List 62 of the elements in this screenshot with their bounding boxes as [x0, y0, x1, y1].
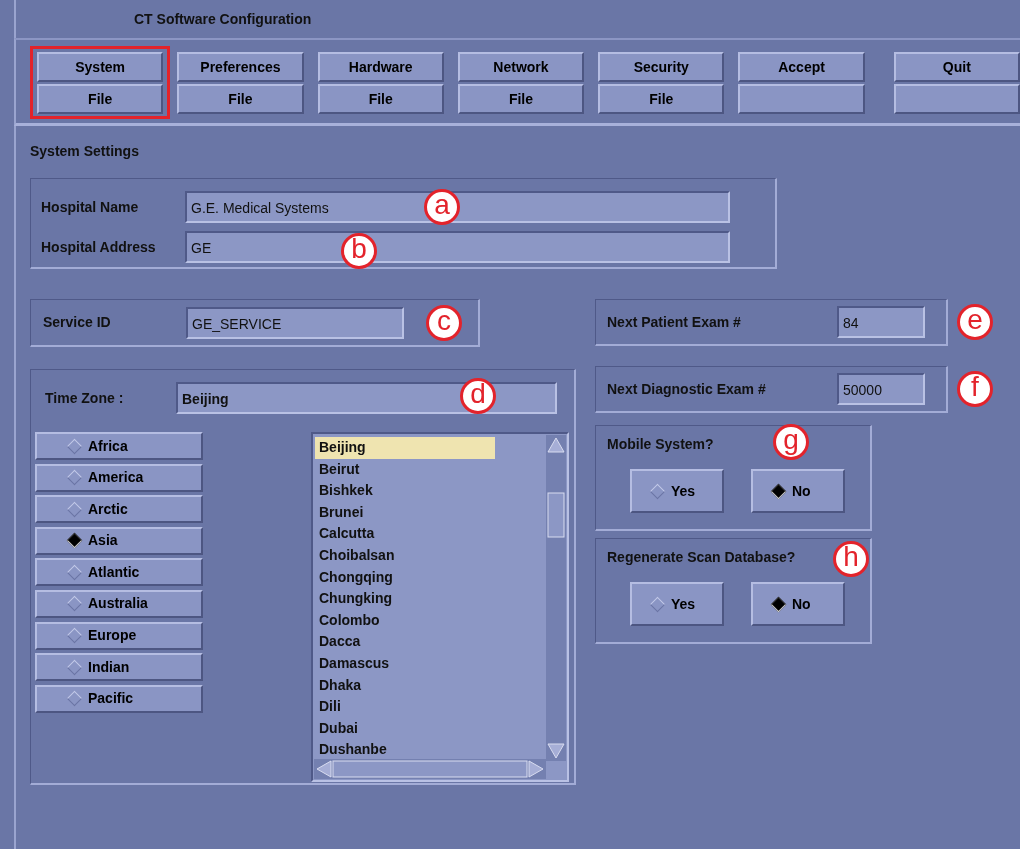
field-label: Next Patient Exam #: [607, 312, 742, 332]
field-label: Service ID: [43, 313, 112, 332]
toolbar-button[interactable]: Preferences: [177, 52, 304, 82]
callout-marker: g: [773, 424, 809, 460]
list-item[interactable]: Dubai: [315, 717, 495, 740]
region-radio-button[interactable]: Pacific: [35, 684, 203, 713]
list-item[interactable]: Bishkek: [315, 480, 495, 502]
toolbar-button[interactable]: Accept: [738, 52, 865, 82]
toolbar-button[interactable]: Hardware: [317, 52, 444, 82]
toolbar-button[interactable]: System: [37, 52, 164, 82]
toolbar-button[interactable]: Security: [598, 52, 725, 82]
toolbar-button[interactable]: File: [598, 84, 725, 114]
callout-marker: e: [957, 304, 993, 340]
field-label: Time Zone :: [44, 388, 125, 408]
toolbar-button[interactable]: Quit: [893, 52, 1020, 82]
toolbar-button[interactable]: Network: [457, 52, 585, 82]
field-label: Hospital Name: [41, 197, 140, 217]
callout-marker: h: [833, 541, 869, 577]
toolbar-button[interactable]: File: [457, 84, 585, 114]
region-radio-button[interactable]: Atlantic: [35, 558, 203, 587]
region-radio-button[interactable]: Indian: [35, 653, 203, 682]
region-radio-button[interactable]: Africa: [35, 432, 203, 460]
list-item[interactable]: Calcutta: [315, 523, 495, 545]
toolbar-button[interactable]: File: [177, 84, 304, 114]
callout-marker: c: [426, 305, 462, 341]
question-label: Regenerate Scan Database?: [607, 548, 796, 567]
toolbar-button[interactable]: File: [37, 84, 164, 114]
vertical-scrollbar[interactable]: [546, 435, 566, 761]
region-radio-button[interactable]: Arctic: [35, 495, 203, 524]
list-item[interactable]: Beijing: [315, 437, 495, 459]
region-radio-button[interactable]: Europe: [35, 621, 203, 650]
callout-marker: f: [957, 371, 993, 407]
option-radio-button[interactable]: No: [751, 582, 845, 626]
list-item[interactable]: Dushanbe: [315, 739, 495, 761]
section-title: System Settings: [30, 142, 140, 161]
list-item[interactable]: Chungking: [315, 588, 495, 610]
toolbar-button[interactable]: [893, 84, 1020, 114]
horizontal-scrollbar[interactable]: [314, 759, 546, 779]
list-item[interactable]: Colombo: [315, 609, 495, 632]
option-radio-button[interactable]: Yes: [630, 582, 724, 626]
list-item[interactable]: Dhaka: [315, 674, 495, 697]
region-radio-button[interactable]: Asia: [35, 526, 203, 555]
option-radio-button[interactable]: Yes: [630, 469, 724, 513]
text-field[interactable]: 84: [837, 306, 925, 338]
toolbar-button[interactable]: [738, 84, 865, 114]
region-radio-button[interactable]: America: [35, 463, 203, 492]
text-field[interactable]: 50000: [837, 373, 925, 405]
list-item[interactable]: Dili: [315, 696, 495, 718]
field-label: Hospital Address: [41, 237, 157, 257]
list-item[interactable]: Chongqing: [315, 566, 495, 589]
list-item[interactable]: Choibalsan: [315, 544, 495, 567]
question-label: Mobile System?: [607, 435, 714, 454]
text-field[interactable]: GE_SERVICE: [186, 306, 404, 339]
window-title: CT Software Configuration: [14, 0, 1020, 38]
list-item[interactable]: Beirut: [315, 458, 495, 481]
region-radio-button[interactable]: Australia: [35, 589, 203, 618]
list-item[interactable]: Dacca: [315, 631, 495, 653]
list-item[interactable]: Brunei: [315, 501, 495, 524]
field-label: Next Diagnostic Exam #: [607, 379, 767, 399]
list-item[interactable]: Damascus: [315, 652, 495, 675]
option-radio-button[interactable]: No: [751, 469, 845, 513]
toolbar-button[interactable]: File: [317, 84, 444, 114]
